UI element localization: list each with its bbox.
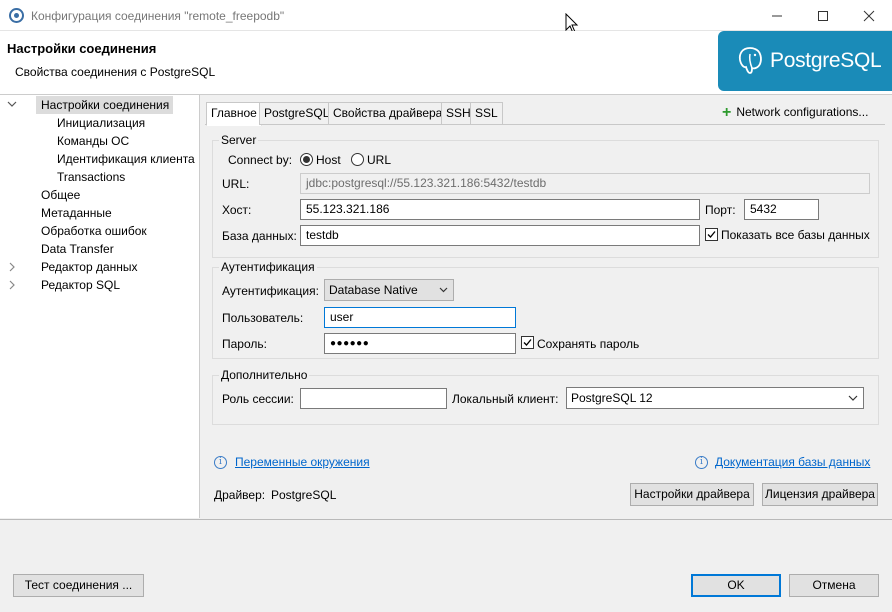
header-title: Настройки соединения	[7, 41, 157, 56]
host-field[interactable]: 55.123.321.186	[300, 199, 700, 220]
user-field[interactable]: user	[324, 307, 516, 328]
port-label: Порт:	[705, 203, 736, 217]
host-label: Хост:	[222, 203, 252, 217]
user-label: Пользователь:	[222, 311, 304, 325]
url-radio-label: URL	[367, 153, 392, 167]
driver-value: PostgreSQL	[271, 488, 337, 502]
connect-by-label: Connect by:	[228, 153, 293, 167]
tree-item-data-transfer[interactable]: Data Transfer	[41, 240, 114, 258]
tree-item-label: Редактор данных	[41, 260, 138, 274]
database-label: База данных:	[222, 229, 297, 243]
local-client-select[interactable]: PostgreSQL 12	[566, 387, 864, 409]
chevron-down-icon[interactable]	[7, 99, 17, 109]
network-configurations-link[interactable]: + Network configurations...	[722, 104, 868, 122]
url-label: URL:	[222, 177, 250, 191]
environment-variables-link[interactable]: Переменные окружения	[235, 455, 370, 469]
logo-text: PostgreSQL	[770, 49, 882, 72]
tree-item-data-editor[interactable]: Редактор данных	[41, 258, 138, 276]
dbeaver-app-icon	[9, 8, 24, 23]
chevron-right-icon[interactable]	[7, 262, 17, 272]
ok-button[interactable]: OK	[691, 574, 781, 597]
tree-item-sql-editor[interactable]: Редактор SQL	[41, 276, 120, 294]
host-radio[interactable]	[300, 153, 313, 166]
header-subtitle: Свойства соединения с PostgreSQL	[15, 65, 216, 79]
network-configurations-label: Network configurations...	[736, 105, 869, 119]
tree-item-label: Настройки соединения	[41, 98, 170, 112]
chevron-down-icon	[439, 280, 448, 306]
cancel-button[interactable]: Отмена	[789, 574, 879, 597]
tree-item-transactions[interactable]: Transactions	[57, 168, 125, 186]
tree-item-label: Команды ОС	[57, 134, 130, 148]
driver-settings-button[interactable]: Настройки драйвера	[630, 483, 754, 506]
maximize-button[interactable]	[800, 0, 846, 31]
port-field[interactable]: 5432	[744, 199, 819, 220]
window-title: Конфигурация соединения "remote_freepodb…	[31, 9, 285, 23]
tree-item-label: Обработка ошибок	[41, 224, 147, 238]
show-all-databases-checkbox[interactable]	[705, 228, 718, 241]
show-all-databases-label: Показать все базы данных	[721, 228, 870, 242]
host-radio-label: Host	[316, 153, 341, 167]
auth-type-label: Аутентификация:	[222, 284, 319, 298]
local-client-label: Локальный клиент:	[452, 392, 559, 406]
postgresql-logo: PostgreSQL	[718, 31, 892, 91]
extra-legend: Дополнительно	[219, 368, 310, 382]
session-role-field[interactable]	[300, 388, 447, 409]
save-password-checkbox[interactable]	[521, 336, 534, 349]
tree-item-label: Общее	[41, 188, 81, 202]
close-icon	[863, 10, 875, 21]
tree-item-label: Редактор SQL	[41, 278, 121, 292]
dialog-footer	[0, 519, 892, 612]
checkmark-icon	[523, 339, 532, 346]
database-field[interactable]: testdb	[300, 225, 700, 246]
tree-item-label: Метаданные	[41, 206, 112, 220]
session-role-label: Роль сессии:	[222, 392, 294, 406]
local-client-value: PostgreSQL 12	[571, 391, 653, 405]
tree-item-label: Transactions	[57, 170, 126, 184]
settings-tree: Настройки соединения Инициализация Коман…	[0, 95, 200, 518]
close-button[interactable]	[846, 0, 892, 31]
save-password-label: Сохранять пароль	[537, 337, 640, 351]
tree-item-os-commands[interactable]: Команды ОС	[57, 132, 129, 150]
chevron-down-icon	[848, 388, 858, 414]
info-icon: i	[695, 456, 708, 469]
url-radio[interactable]	[351, 153, 364, 166]
minimize-button[interactable]	[754, 0, 800, 31]
tree-item-metadata[interactable]: Метаданные	[41, 204, 112, 222]
auth-type-value: Database Native	[329, 283, 418, 297]
tab-main[interactable]: Главное	[206, 102, 262, 126]
tree-item-label: Идентификация клиента	[57, 152, 195, 166]
elephant-icon	[738, 47, 762, 74]
chevron-right-icon[interactable]	[7, 280, 17, 290]
server-legend: Server	[219, 133, 259, 147]
url-field[interactable]: jdbc:postgresql://55.123.321.186:5432/te…	[300, 173, 870, 194]
tree-item-connection-settings[interactable]: Настройки соединения	[36, 96, 173, 114]
tree-item-general[interactable]: Общее	[41, 186, 80, 204]
auth-type-select[interactable]: Database Native	[324, 279, 454, 301]
password-label: Пароль:	[222, 337, 267, 351]
password-field[interactable]: ●●●●●●	[324, 333, 516, 354]
driver-label: Драйвер:	[214, 488, 266, 502]
tree-item-label: Data Transfer	[41, 242, 114, 256]
tree-item-error-handling[interactable]: Обработка ошибок	[41, 222, 147, 240]
minimize-icon	[772, 15, 782, 16]
tab-driver-properties[interactable]: Свойства драйвера	[328, 102, 448, 125]
maximize-icon	[818, 10, 828, 21]
checkmark-icon	[707, 231, 716, 238]
dialog-header: Настройки соединения Свойства соединения…	[0, 31, 892, 95]
tab-ssl[interactable]: SSL	[470, 102, 503, 125]
tree-item-label: Инициализация	[57, 116, 146, 130]
database-docs-link[interactable]: Документация базы данных	[715, 455, 870, 469]
tree-item-init[interactable]: Инициализация	[57, 114, 145, 132]
plus-icon: +	[722, 104, 732, 121]
auth-legend: Аутентификация	[219, 260, 317, 274]
tab-postgresql[interactable]: PostgreSQL	[259, 102, 335, 125]
info-icon: i	[214, 456, 227, 469]
tree-item-client-id[interactable]: Идентификация клиента	[57, 150, 195, 168]
title-bar: Конфигурация соединения "remote_freepodb…	[0, 0, 892, 31]
test-connection-button[interactable]: Тест соединения ...	[13, 574, 144, 597]
driver-license-button[interactable]: Лицензия драйвера	[762, 483, 878, 506]
